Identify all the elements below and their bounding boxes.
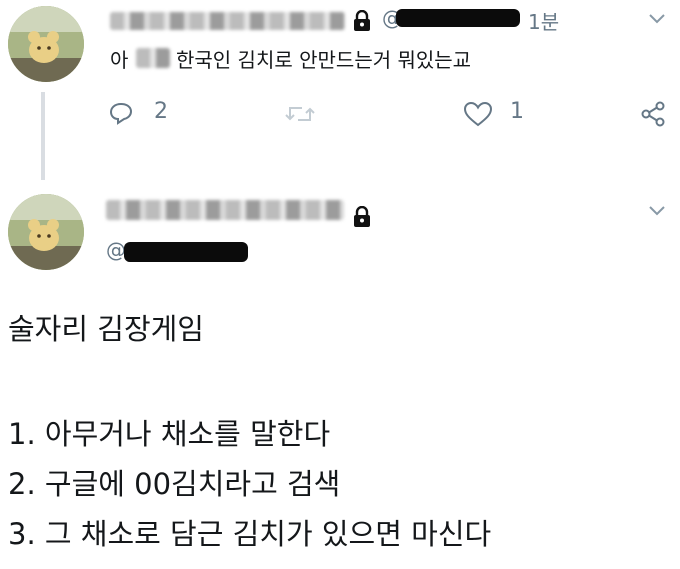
share-icon[interactable] xyxy=(638,100,668,128)
reply-icon[interactable] xyxy=(107,100,135,126)
retweet-icon[interactable] xyxy=(283,101,317,127)
thread-line xyxy=(41,92,45,180)
tweet-body-line: 3. 그 채소로 담근 김치가 있으면 마신다 xyxy=(8,517,492,551)
tweet-text-prefix: 아 xyxy=(110,48,129,72)
tweet-text-main: 한국인 김치로 안만드는거 뭐있는교 xyxy=(176,48,472,72)
display-name-redacted xyxy=(110,12,345,30)
tweet-time[interactable]: 1분 xyxy=(528,6,559,35)
tweet-body-line: 2. 구글에 00김치라고 검색 xyxy=(8,467,341,501)
chevron-down-icon[interactable] xyxy=(646,8,668,30)
handle-redacted xyxy=(396,9,520,27)
text-redacted xyxy=(136,48,170,68)
display-name-redacted xyxy=(106,200,344,220)
tweet-body-line: 1. 아무거나 채소를 말한다 xyxy=(8,417,331,451)
chevron-down-icon[interactable] xyxy=(646,200,668,222)
handle-at: @ xyxy=(106,238,126,262)
avatar[interactable] xyxy=(8,194,84,270)
reply-count: 2 xyxy=(154,99,168,124)
tweet-body-line: 술자리 김장게임 xyxy=(8,312,204,346)
tweet-text: 아 xyxy=(110,44,128,73)
lock-icon xyxy=(352,9,372,32)
avatar[interactable] xyxy=(8,6,84,82)
lock-icon xyxy=(352,205,372,228)
handle-redacted xyxy=(124,242,248,262)
like-count: 1 xyxy=(510,99,524,124)
like-icon[interactable] xyxy=(462,100,494,128)
